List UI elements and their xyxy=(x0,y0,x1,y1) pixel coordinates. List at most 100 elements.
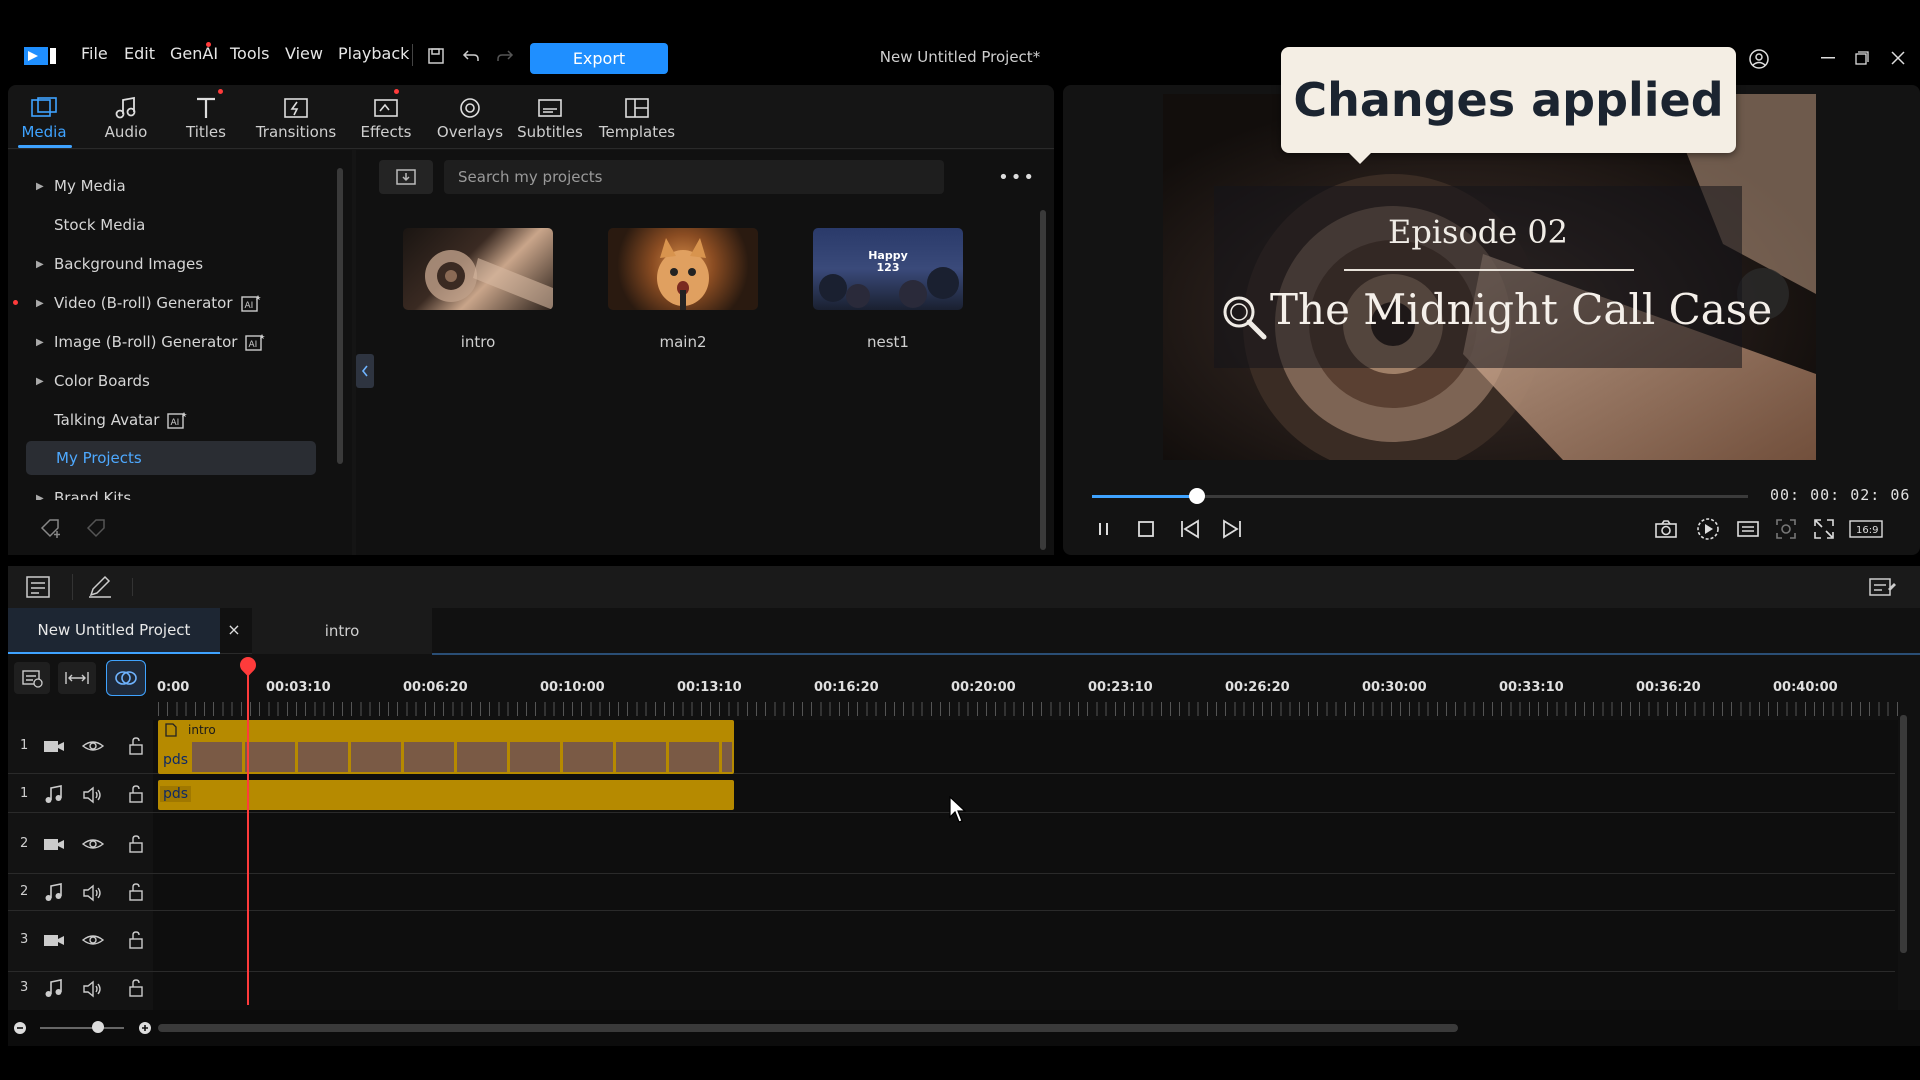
speaker-icon[interactable] xyxy=(82,785,104,805)
timeline-settings-icon[interactable] xyxy=(1866,574,1898,600)
restore-icon[interactable] xyxy=(1850,46,1874,70)
playhead[interactable] xyxy=(247,660,249,1005)
ruler-tick-label: 00:13:10 xyxy=(677,680,742,695)
fullscreen-icon[interactable] xyxy=(1810,515,1838,543)
unlock-icon[interactable] xyxy=(126,736,148,756)
menu-file[interactable]: File xyxy=(81,44,108,63)
timeline-tab-project[interactable]: New Untitled Project xyxy=(8,608,220,654)
speaker-icon[interactable] xyxy=(82,883,104,903)
menu-genai[interactable]: GenAI xyxy=(170,44,218,63)
menu-tools[interactable]: Tools xyxy=(230,44,269,63)
unlock-icon[interactable] xyxy=(126,978,148,998)
tab-titles[interactable]: Titles xyxy=(176,85,236,149)
export-button[interactable]: Export xyxy=(530,43,668,74)
tab-media-label: Media xyxy=(21,123,67,141)
aspect-ratio-icon[interactable]: 16:9 xyxy=(1848,515,1884,543)
next-frame-icon[interactable] xyxy=(1218,515,1246,543)
tree-item-my-projects[interactable]: My Projects xyxy=(56,446,142,470)
account-icon[interactable] xyxy=(1746,46,1772,72)
zoom-slider-handle[interactable] xyxy=(92,1021,104,1033)
add-track-button[interactable] xyxy=(14,662,50,694)
eye-icon[interactable] xyxy=(82,931,104,951)
case-title: The Midnight Call Case xyxy=(1270,285,1773,334)
audio-clip-intro[interactable] xyxy=(158,780,734,810)
tree-item-my-media[interactable]: ▶ My Media xyxy=(36,174,126,198)
save-icon[interactable] xyxy=(425,46,447,66)
add-tag-icon[interactable] xyxy=(38,516,64,540)
tree-scrollbar[interactable] xyxy=(337,168,343,464)
scrub-handle[interactable] xyxy=(1188,488,1205,504)
redo-icon[interactable] xyxy=(494,46,516,66)
tree-item-image-broll-generator[interactable]: ▶ Image (B-roll) Generator AI xyxy=(36,330,266,354)
fit-timeline-button[interactable] xyxy=(58,662,96,694)
menu-view[interactable]: View xyxy=(285,44,323,63)
magnetic-snap-button[interactable] xyxy=(106,660,146,696)
search-input[interactable]: Search my projects xyxy=(444,160,944,194)
ruler-tick-label: 00:20:00 xyxy=(951,680,1016,695)
unlock-icon[interactable] xyxy=(126,930,148,950)
timeline-tab-intro[interactable]: intro xyxy=(252,608,432,654)
timeline-vertical-scrollbar[interactable] xyxy=(1900,715,1907,953)
close-icon[interactable] xyxy=(1886,46,1910,70)
close-tab-icon[interactable]: × xyxy=(224,620,244,640)
tree-item-color-boards[interactable]: ▶ Color Boards xyxy=(36,369,150,393)
import-button[interactable] xyxy=(379,160,433,194)
tree-item-background-images[interactable]: ▶ Background Images xyxy=(36,252,203,276)
pause-icon[interactable] xyxy=(1090,515,1118,543)
tab-overlays[interactable]: Overlays xyxy=(430,85,510,149)
tab-templates[interactable]: Templates xyxy=(592,85,682,149)
tree-item-label: My Projects xyxy=(56,449,142,467)
tree-item-talking-avatar[interactable]: Talking Avatar AI xyxy=(54,408,188,432)
zoom-out-icon[interactable] xyxy=(12,1020,28,1036)
video-generator-notification-dot xyxy=(13,300,18,305)
undo-icon[interactable] xyxy=(460,46,482,66)
menu-playback[interactable]: Playback xyxy=(338,44,409,63)
unlock-icon[interactable] xyxy=(126,834,148,854)
clip-tag: pds xyxy=(160,752,192,768)
stop-icon[interactable] xyxy=(1132,515,1160,543)
minimize-icon[interactable] xyxy=(1816,46,1840,70)
eye-icon[interactable] xyxy=(82,835,104,855)
snapshot-icon[interactable] xyxy=(1652,515,1680,543)
edit-pen-icon[interactable] xyxy=(86,574,114,600)
ruler-tick-label: 00:10:00 xyxy=(540,680,605,695)
tab-audio-label: Audio xyxy=(104,123,148,141)
media-thumb-nest1[interactable]: Happy 123 xyxy=(813,228,963,310)
clip-tag: pds xyxy=(160,786,192,802)
zoom-slider-track[interactable] xyxy=(40,1027,124,1029)
tab-transitions[interactable]: Transitions xyxy=(256,85,336,149)
zoom-in-icon[interactable] xyxy=(137,1020,153,1036)
tab-subtitles[interactable]: Subtitles xyxy=(510,85,590,149)
unlock-icon[interactable] xyxy=(126,882,148,902)
zoom-preview-icon[interactable] xyxy=(1772,515,1800,543)
menu-edit[interactable]: Edit xyxy=(124,44,155,63)
tab-effects[interactable]: Effects xyxy=(356,85,416,149)
timeline-layout-icon[interactable] xyxy=(24,574,52,600)
tree-item-video-broll-generator[interactable]: ▶ Video (B-roll) Generator AI xyxy=(36,291,261,315)
ruler-tick-label: 00:30:00 xyxy=(1362,680,1427,695)
speaker-icon[interactable] xyxy=(82,979,104,999)
subtitles-toggle-icon[interactable] xyxy=(1734,515,1762,543)
tab-media[interactable]: Media xyxy=(14,85,74,149)
tree-item-stock-media[interactable]: Stock Media xyxy=(54,213,145,237)
tab-audio[interactable]: Audio xyxy=(96,85,156,149)
collapse-tree-button[interactable] xyxy=(356,354,374,388)
remove-tag-icon[interactable] xyxy=(84,516,110,540)
effects-icon xyxy=(373,93,399,123)
media-grid-scrollbar[interactable] xyxy=(1040,210,1046,550)
more-options-icon[interactable]: ••• xyxy=(998,166,1034,188)
tree-item-brand-kits[interactable]: ▶ Brand Kits xyxy=(36,486,131,500)
render-preview-icon[interactable] xyxy=(1694,515,1722,543)
unlock-icon[interactable] xyxy=(126,784,148,804)
episode-label: Episode 02 xyxy=(1387,213,1569,251)
genai-notification-dot xyxy=(206,42,211,47)
media-thumb-intro[interactable] xyxy=(403,228,553,310)
track-number: 1 xyxy=(20,786,29,801)
media-thumb-main2[interactable] xyxy=(608,228,758,310)
clip-filmstrip xyxy=(192,742,732,772)
previous-frame-icon[interactable] xyxy=(1176,515,1204,543)
track-separator xyxy=(8,910,1895,911)
ruler-tick-label: 00:33:10 xyxy=(1499,680,1564,695)
eye-icon[interactable] xyxy=(82,737,104,757)
timeline-horizontal-scrollbar[interactable] xyxy=(158,1024,1458,1032)
